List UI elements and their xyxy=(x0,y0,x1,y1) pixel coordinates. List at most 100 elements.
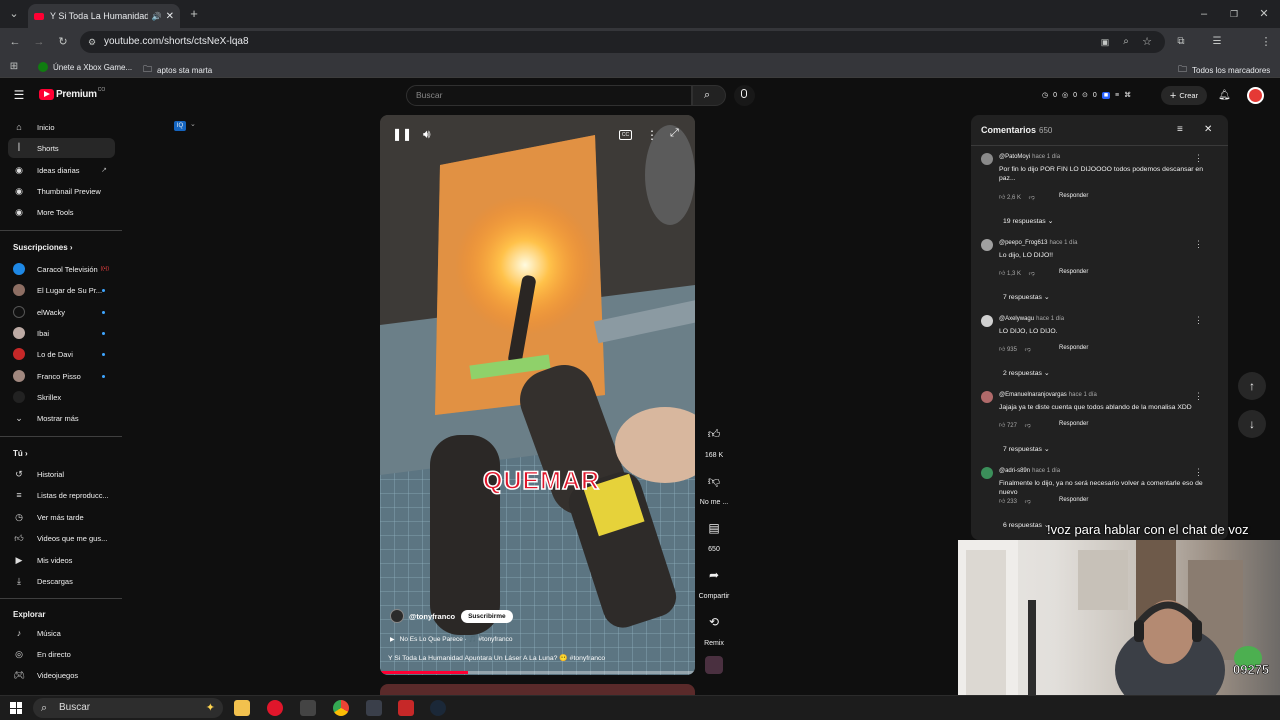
subscriptions-heading[interactable]: Suscripciones › xyxy=(13,243,73,252)
comment-menu-icon[interactable]: ⋮ xyxy=(1194,239,1203,250)
replies-toggle[interactable]: 7 respuestas ⌄ xyxy=(1003,293,1050,301)
notifications-icon[interactable]: 🔔︎ xyxy=(1218,90,1231,102)
browser-tab[interactable]: Y Si Toda La Humanidad Ap 🔊 ✕ xyxy=(28,4,180,28)
back-icon[interactable]: ← xyxy=(9,36,21,48)
sidebar-item-live[interactable]: ◎ En directo xyxy=(8,644,115,664)
site-info-icon[interactable]: ⚙ xyxy=(88,31,96,53)
avatar[interactable] xyxy=(981,153,993,165)
minimize-icon[interactable]: – xyxy=(1198,8,1210,20)
comment-menu-icon[interactable]: ⋮ xyxy=(1194,391,1203,402)
sidebar-item-watch-later[interactable]: ◷ Ver más tarde xyxy=(8,507,115,527)
sidebar-item-liked[interactable]: 👍︎ Videos que me gus... xyxy=(8,528,115,548)
reading-list-icon[interactable]: ☰ xyxy=(1211,36,1223,48)
avatar[interactable] xyxy=(981,239,993,251)
music-row[interactable]: ▶ No Es Lo Que Parece · 🎵 #tonyfranco xyxy=(390,635,513,643)
sidebar-item-subscription[interactable]: El Lugar de Su Pr... xyxy=(8,280,115,300)
bookmark-xbox[interactable]: Únete a Xbox Game... xyxy=(38,62,132,72)
bookmark-star-icon[interactable]: ☆ xyxy=(1141,36,1153,48)
comment-author[interactable]: @Emanuelnaranjovargas hace 1 día xyxy=(999,392,1097,398)
sidebar-item-downloads[interactable]: ⤓ Descargas xyxy=(8,571,115,591)
list-icon[interactable]: ≡ xyxy=(1115,92,1119,99)
comments-action[interactable]: ▤ 650 xyxy=(698,514,730,553)
comment-author[interactable]: @adri-s89n hace 1 día xyxy=(999,468,1060,474)
subscribe-button[interactable]: Suscribirme xyxy=(461,609,513,623)
youtube-logo[interactable]: Premium CO xyxy=(39,87,105,100)
replies-toggle[interactable]: 2 respuestas ⌄ xyxy=(1003,369,1050,377)
next-video-button[interactable]: ↓ xyxy=(1238,410,1266,438)
avatar[interactable] xyxy=(981,315,993,327)
thumbs-up-icon[interactable]: 👍︎ xyxy=(999,347,1005,353)
bookmark-aptos[interactable]: 🗀 aptos sta marta xyxy=(143,62,212,78)
restore-icon[interactable]: ❐ xyxy=(1228,8,1240,20)
shorts-player[interactable]: QUEMAR ❚❚ 🔊︎ CC ⋮ ⤢ @tonyfranco Suscribi… xyxy=(380,115,695,675)
extension-icon[interactable]: ⌘ xyxy=(1124,91,1131,99)
replies-toggle[interactable]: 7 respuestas ⌄ xyxy=(1003,445,1050,453)
tab-audio-icon[interactable]: 🔊 xyxy=(152,12,162,21)
thumbs-down-icon[interactable]: 👎︎ xyxy=(1025,499,1031,505)
sidebar-item-playlists[interactable]: ≡ Listas de reproducc... xyxy=(8,485,115,505)
window-close-icon[interactable]: ✕ xyxy=(1258,8,1270,20)
sidebar-item-shorts[interactable]: ꟾ Shorts xyxy=(8,138,115,158)
reply-button[interactable]: Responder xyxy=(1059,421,1088,427)
thumbs-down-icon[interactable]: 👎︎ xyxy=(1025,347,1031,353)
apps-icon[interactable]: ⊞ xyxy=(8,61,20,73)
new-tab-icon[interactable]: + xyxy=(188,7,200,20)
app-icon[interactable] xyxy=(300,700,316,716)
comment-menu-icon[interactable]: ⋮ xyxy=(1194,467,1203,478)
thumbs-down-icon[interactable]: 👎︎ xyxy=(1029,195,1035,201)
like-action[interactable]: 👍︎ 168 K xyxy=(698,420,730,460)
sidebar-item-gaming[interactable]: 🎮︎ Videojuegos xyxy=(8,665,115,685)
thumbs-down-icon[interactable]: 👎︎ xyxy=(1029,271,1035,277)
browser-menu-icon[interactable]: ⋮ xyxy=(1260,36,1272,48)
thumbs-up-icon[interactable]: 👍︎ xyxy=(999,271,1005,277)
progress-bar[interactable] xyxy=(380,671,695,674)
comment-menu-icon[interactable]: ⋮ xyxy=(1194,315,1203,326)
thumbs-up-icon[interactable]: 👍︎ xyxy=(999,499,1005,505)
sidebar-item-subscription[interactable]: elWacky xyxy=(8,302,115,322)
more-options-icon[interactable]: ⋮ xyxy=(646,128,658,142)
extension-icon[interactable]: ■ xyxy=(1101,91,1111,99)
chevron-down-icon[interactable]: ⌄ xyxy=(190,120,196,128)
extensions-icon[interactable]: ⧉ xyxy=(1175,36,1187,48)
all-bookmarks[interactable]: 🗀 Todos los marcadores xyxy=(1178,62,1270,78)
tab-search-icon[interactable]: ⌄ xyxy=(8,8,20,20)
replies-toggle[interactable]: 19 respuestas ⌄ xyxy=(1003,217,1053,225)
comment-menu-icon[interactable]: ⋮ xyxy=(1194,153,1203,164)
sidebar-item-music[interactable]: ♪ Música xyxy=(8,623,115,643)
thumbs-up-icon[interactable]: 👍︎ xyxy=(999,195,1005,201)
forward-icon[interactable]: → xyxy=(33,36,45,48)
you-heading[interactable]: Tú › xyxy=(13,449,28,458)
sidebar-item-subscription[interactable]: Skrillex xyxy=(8,387,115,407)
sidebar-item-history[interactable]: ↺ Historial xyxy=(8,464,115,484)
voice-search-button[interactable] xyxy=(734,85,755,106)
captions-button[interactable]: CC xyxy=(619,130,632,140)
comment-author[interactable]: @PatoMoyi hace 1 día xyxy=(999,154,1060,160)
guide-menu-icon[interactable]: ☰ xyxy=(12,89,26,101)
share-action[interactable]: ➦ Compartir xyxy=(698,561,730,600)
sound-thumbnail[interactable] xyxy=(705,656,723,674)
reply-button[interactable]: Responder xyxy=(1059,193,1088,199)
start-icon[interactable] xyxy=(10,702,22,714)
fullscreen-icon[interactable]: ⤢ xyxy=(670,127,679,140)
extension-badge[interactable]: IQ xyxy=(174,121,186,131)
volume-button[interactable]: 🔊︎ xyxy=(423,127,431,142)
channel-name[interactable]: @tonyfranco xyxy=(409,612,455,621)
comment-author[interactable]: @Axelywagu hace 1 día xyxy=(999,316,1064,322)
avatar[interactable] xyxy=(981,467,993,479)
reply-button[interactable]: Responder xyxy=(1059,497,1088,503)
avatar[interactable] xyxy=(981,391,993,403)
sidebar-item-more-tools[interactable]: ◉ More Tools xyxy=(8,202,115,222)
thumbs-down-icon[interactable]: 👎︎ xyxy=(1025,423,1031,429)
video-title[interactable]: Y Si Toda La Humanidad Apuntara Un Láser… xyxy=(388,654,605,662)
reload-icon[interactable]: ↻ xyxy=(57,36,69,48)
show-more-button[interactable]: ⌄ Mostrar más xyxy=(8,408,115,428)
dislike-action[interactable]: 👎︎ No me ... xyxy=(698,467,730,507)
file-explorer-icon[interactable] xyxy=(234,700,250,716)
sidebar-item-thumbnail-preview[interactable]: ◉ Thumbnail Preview xyxy=(8,181,115,201)
comment-author[interactable]: @peepo_Frog613 hace 1 día xyxy=(999,240,1078,246)
opera-icon[interactable] xyxy=(267,700,283,716)
sidebar-item-subscription[interactable]: Ibai xyxy=(8,323,115,343)
app-icon[interactable] xyxy=(398,700,414,716)
search-button[interactable]: ⌕ xyxy=(692,85,726,106)
chrome-icon[interactable] xyxy=(333,700,349,716)
